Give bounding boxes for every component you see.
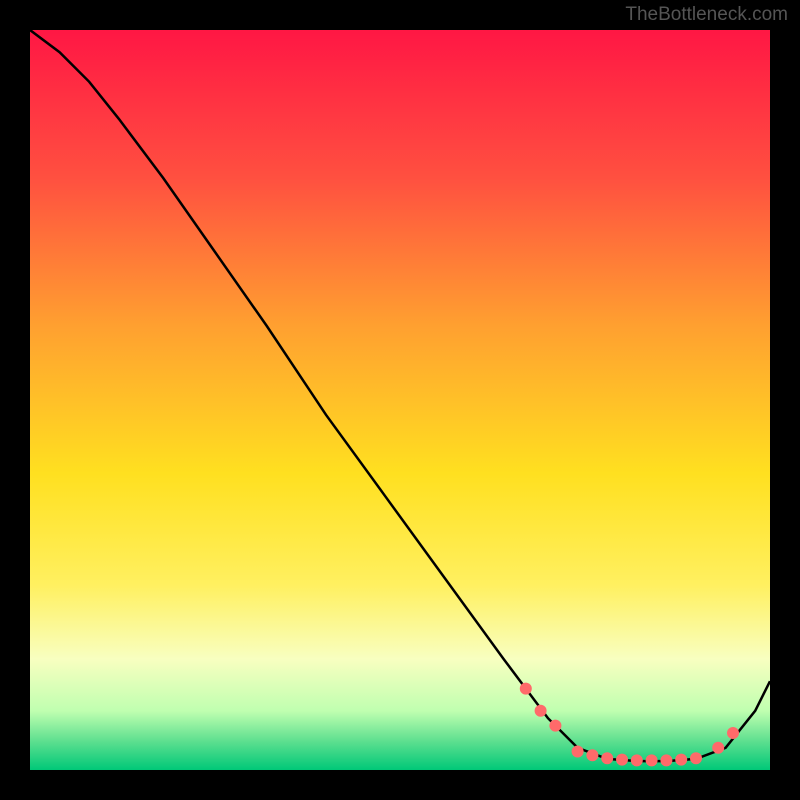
- watermark-text: TheBottleneck.com: [625, 4, 788, 26]
- marker-point: [675, 754, 687, 766]
- chart-svg: [30, 30, 770, 770]
- marker-point: [572, 746, 584, 758]
- marker-point: [549, 720, 561, 732]
- marker-point: [535, 705, 547, 717]
- marker-point: [660, 754, 672, 766]
- chart-background: [30, 30, 770, 770]
- marker-point: [616, 754, 628, 766]
- marker-point: [690, 752, 702, 764]
- marker-point: [646, 754, 658, 766]
- marker-point: [601, 752, 613, 764]
- marker-point: [520, 683, 532, 695]
- marker-point: [631, 754, 643, 766]
- marker-point: [586, 749, 598, 761]
- marker-point: [727, 727, 739, 739]
- chart-container: [30, 30, 770, 770]
- marker-point: [712, 742, 724, 754]
